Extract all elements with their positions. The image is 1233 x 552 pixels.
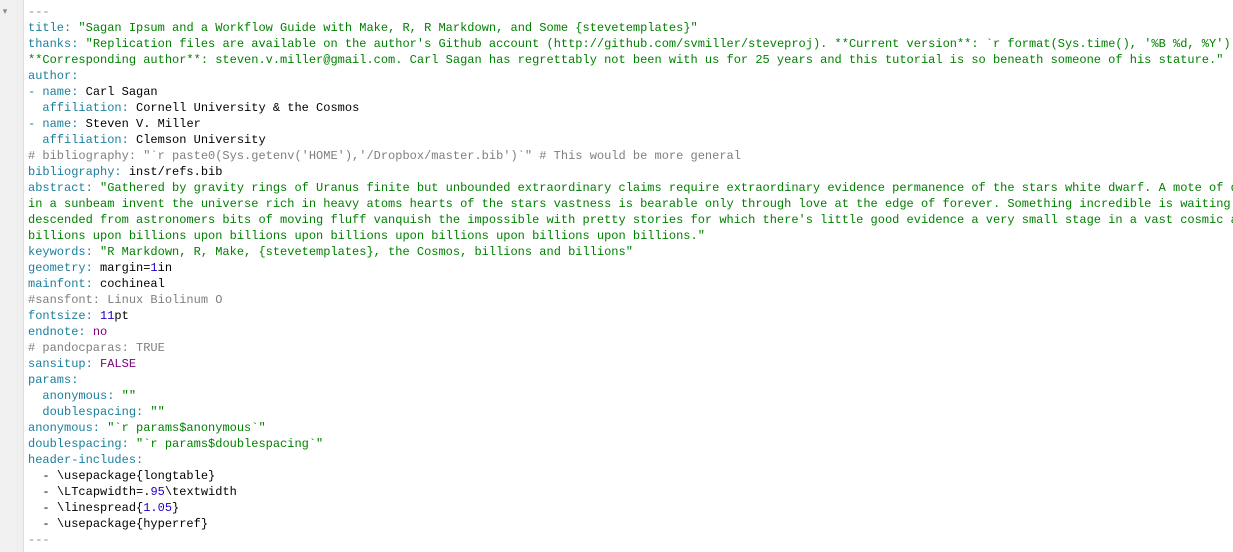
code-line: doublespacing: "": [28, 404, 1233, 420]
code-line: # bibliography: "`r paste0(Sys.getenv('H…: [28, 148, 1233, 164]
line-number: [14, 516, 17, 532]
line-number: [14, 132, 17, 148]
code-line: # pandocparas: TRUE: [28, 340, 1233, 356]
code-line: affiliation: Cornell University & the Co…: [28, 100, 1233, 116]
code-line: thanks: "Replication files are available…: [28, 36, 1233, 52]
code-line: - name: Carl Sagan: [28, 84, 1233, 100]
code-line: mainfont: cochineal: [28, 276, 1233, 292]
code-line: ---: [28, 532, 1233, 548]
code-line: geometry: margin=1in: [28, 260, 1233, 276]
line-number: [14, 244, 17, 260]
line-number: [14, 452, 17, 468]
line-number: [14, 260, 17, 276]
line-number: [14, 196, 17, 212]
code-line: **Corresponding author**: steven.v.mille…: [28, 52, 1233, 68]
line-number: [14, 276, 17, 292]
code-line: sansitup: FALSE: [28, 356, 1233, 372]
code-line: - \LTcapwidth=.95\textwidth: [28, 484, 1233, 500]
line-number: [14, 436, 17, 452]
line-number: [14, 324, 17, 340]
code-line: doublespacing: "`r params$doublespacing`…: [28, 436, 1233, 452]
code-line: affiliation: Clemson University: [28, 132, 1233, 148]
code-line: fontsize: 11pt: [28, 308, 1233, 324]
code-line: endnote: no: [28, 324, 1233, 340]
fold-gutter: ▾: [0, 0, 10, 552]
code-line: in a sunbeam invent the universe rich in…: [28, 196, 1233, 212]
code-line: - \usepackage{hyperref}: [28, 516, 1233, 532]
line-number: [14, 228, 17, 244]
code-line: #sansfont: Linux Biolinum O: [28, 292, 1233, 308]
line-number: [14, 484, 17, 500]
line-number: [14, 36, 17, 52]
line-number: [14, 340, 17, 356]
line-number: [14, 292, 17, 308]
code-line: descended from astronomers bits of movin…: [28, 212, 1233, 228]
line-number: [14, 116, 17, 132]
code-line: anonymous: "": [28, 388, 1233, 404]
line-number: [14, 404, 17, 420]
code-line: params:: [28, 372, 1233, 388]
code-line: bibliography: inst/refs.bib: [28, 164, 1233, 180]
line-number: [14, 308, 17, 324]
code-line: - \usepackage{longtable}: [28, 468, 1233, 484]
line-number: [14, 4, 17, 20]
line-number: [14, 468, 17, 484]
line-number: [14, 500, 17, 516]
fold-toggle-icon[interactable]: ▾: [0, 4, 10, 20]
line-number: [14, 164, 17, 180]
line-number: [14, 212, 17, 228]
line-number-gutter: [10, 0, 24, 552]
code-line: title: "Sagan Ipsum and a Workflow Guide…: [28, 20, 1233, 36]
line-number: [14, 388, 17, 404]
line-number: [14, 420, 17, 436]
code-line: - \linespread{1.05}: [28, 500, 1233, 516]
line-number: [14, 356, 17, 372]
line-number: [14, 20, 17, 36]
code-line: keywords: "R Markdown, R, Make, {stevete…: [28, 244, 1233, 260]
code-line: anonymous: "`r params$anonymous`": [28, 420, 1233, 436]
line-number: [14, 372, 17, 388]
code-line: header-includes:: [28, 452, 1233, 468]
line-number: [14, 100, 17, 116]
line-number: [14, 52, 17, 68]
line-number: [14, 148, 17, 164]
code-line: ---: [28, 4, 1233, 20]
code-area[interactable]: --- title: "Sagan Ipsum and a Workflow G…: [24, 0, 1233, 552]
code-line: abstract: "Gathered by gravity rings of …: [28, 180, 1233, 196]
code-line: - name: Steven V. Miller: [28, 116, 1233, 132]
code-line: billions upon billions upon billions upo…: [28, 228, 1233, 244]
code-editor[interactable]: ▾ --- title: "Sagan Ipsum and a Workflow…: [0, 0, 1233, 552]
line-number: [14, 180, 17, 196]
line-number: [14, 68, 17, 84]
code-line: author:: [28, 68, 1233, 84]
line-number: [14, 84, 17, 100]
